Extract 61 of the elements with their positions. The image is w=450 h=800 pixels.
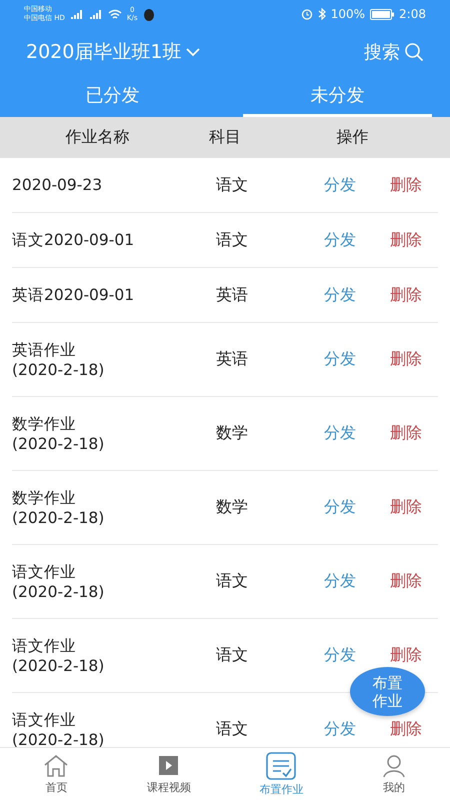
column-header: 操作 — [336, 127, 370, 148]
delete-link[interactable]: 删除 — [390, 174, 422, 196]
delete-link[interactable]: 删除 — [390, 719, 422, 740]
homework-name: 语文2020-09-01 — [12, 230, 136, 250]
distribute-link[interactable]: 分发 — [324, 719, 356, 740]
homework-name: 2020-09-23 — [12, 175, 104, 195]
homework-name: 语文作业 (2020-2-18) — [12, 562, 106, 602]
checklist-icon — [265, 752, 298, 780]
distribute-link[interactable]: 分发 — [324, 349, 356, 370]
signal-icon — [70, 9, 84, 19]
delete-link[interactable]: 删除 — [390, 349, 422, 370]
delete-link[interactable]: 删除 — [390, 645, 422, 666]
subject-text: 数学 — [215, 423, 249, 444]
distribute-link[interactable]: 分发 — [324, 284, 356, 306]
distribute-link[interactable]: 分发 — [324, 174, 356, 196]
subject-text: 英语 — [215, 349, 249, 370]
homework-name: 英语作业 (2020-2-18) — [12, 340, 106, 380]
battery-percent: 100% — [330, 7, 366, 21]
person-icon — [380, 754, 407, 778]
column-header: 作业名称 — [64, 127, 130, 148]
homework-name: 语文作业 (2020-2-18) — [12, 710, 106, 747]
subject-text: 语文 — [215, 719, 249, 740]
search-button[interactable]: 搜索 — [364, 40, 424, 64]
subject-text: 英语 — [215, 284, 249, 306]
wifi-icon — [108, 8, 122, 20]
delete-link[interactable]: 删除 — [390, 497, 422, 518]
subject-text: 语文 — [215, 645, 249, 666]
distribute-link[interactable]: 分发 — [324, 497, 356, 518]
alarm-icon — [300, 8, 313, 20]
nav-item[interactable]: 布置作业 — [225, 748, 338, 800]
video-icon — [156, 754, 181, 778]
distribute-link[interactable]: 分发 — [324, 571, 356, 592]
nav-item[interactable]: 我的 — [338, 748, 450, 800]
homework-name: 英语2020-09-01 — [12, 285, 136, 305]
homework-name: 数学作业 (2020-2-18) — [12, 414, 106, 454]
delete-link[interactable]: 删除 — [390, 423, 422, 444]
nav-item[interactable]: 课程视频 — [112, 748, 225, 800]
home-icon — [42, 754, 70, 778]
distribute-link[interactable]: 分发 — [324, 230, 356, 250]
subject-text: 语文 — [215, 174, 249, 196]
delete-link[interactable]: 删除 — [390, 571, 422, 592]
class-selector[interactable]: 2020届毕业班1班 — [26, 38, 202, 64]
search-icon — [404, 42, 424, 62]
homework-name: 数学作业 (2020-2-18) — [12, 488, 106, 528]
bluetooth-icon — [318, 8, 326, 20]
distribute-link[interactable]: 分发 — [324, 423, 356, 444]
subject-text: 数学 — [215, 497, 249, 518]
signal-icon — [88, 9, 103, 19]
subject-text: 语文 — [215, 230, 249, 250]
distribute-link[interactable]: 分发 — [324, 645, 356, 666]
homework-name: 语文作业 (2020-2-18) — [12, 636, 106, 676]
battery-icon — [370, 8, 394, 20]
delete-link[interactable]: 删除 — [390, 284, 422, 306]
assign-homework-button[interactable]: 布置 作业 — [350, 667, 425, 716]
clock-time: 2:08 — [399, 7, 426, 21]
subject-text: 语文 — [215, 571, 249, 592]
chevron-down-icon — [185, 46, 202, 56]
tab[interactable]: 已分发 — [18, 75, 207, 117]
nav-item[interactable]: 首页 — [0, 748, 112, 800]
delete-link[interactable]: 删除 — [390, 230, 422, 250]
column-header: 科目 — [208, 127, 242, 148]
